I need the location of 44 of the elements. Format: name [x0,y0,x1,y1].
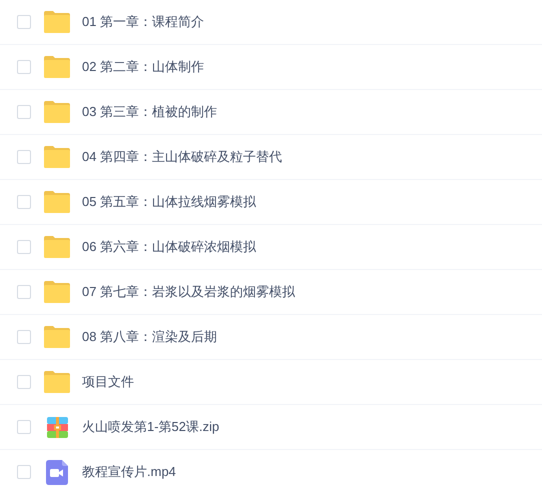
checkbox[interactable] [17,150,31,164]
folder-icon [44,236,70,258]
file-row[interactable]: 01 第一章：课程简介 [0,0,542,45]
file-name: 01 第一章：课程简介 [82,13,204,32]
file-row[interactable]: 项目文件 [0,360,542,405]
checkbox[interactable] [17,285,31,299]
file-row[interactable]: 05 第五章：山体拉线烟雾模拟 [0,180,542,225]
file-name: 05 第五章：山体拉线烟雾模拟 [82,193,256,212]
file-name: 06 第六章：山体破碎浓烟模拟 [82,238,256,256]
file-name: 火山喷发第1-第52课.zip [82,418,220,436]
checkbox[interactable] [17,105,31,119]
file-row[interactable]: 火山喷发第1-第52课.zip [0,405,542,450]
file-row[interactable]: 04 第四章：主山体破碎及粒子替代 [0,135,542,180]
folder-icon [44,326,70,348]
file-row[interactable]: 06 第六章：山体破碎浓烟模拟 [0,225,542,270]
folder-icon [44,101,70,123]
file-name: 项目文件 [82,373,134,392]
folder-icon [44,371,70,393]
archive-icon [46,416,68,438]
checkbox[interactable] [17,420,31,434]
checkbox[interactable] [17,330,31,344]
file-name: 04 第四章：主山体破碎及粒子替代 [82,148,282,166]
file-name: 02 第二章：山体制作 [82,58,204,76]
file-row[interactable]: 教程宣传片.mp4 [0,450,542,494]
file-name: 教程宣传片.mp4 [82,463,176,482]
video-file-icon [46,460,68,484]
checkbox[interactable] [17,240,31,254]
folder-icon [44,146,70,168]
checkbox[interactable] [17,60,31,74]
file-row[interactable]: 08 第八章：渲染及后期 [0,315,542,360]
file-name: 07 第七章：岩浆以及岩浆的烟雾模拟 [82,283,296,302]
file-row[interactable]: 03 第三章：植被的制作 [0,90,542,135]
folder-icon [44,191,70,213]
checkbox[interactable] [17,465,31,479]
file-name: 08 第八章：渲染及后期 [82,328,218,346]
checkbox[interactable] [17,195,31,209]
file-row[interactable]: 07 第七章：岩浆以及岩浆的烟雾模拟 [0,270,542,315]
folder-icon [44,11,70,33]
folder-icon [44,281,70,303]
checkbox[interactable] [17,375,31,389]
file-row[interactable]: 02 第二章：山体制作 [0,45,542,90]
file-name: 03 第三章：植被的制作 [82,103,218,122]
folder-icon [44,56,70,78]
checkbox[interactable] [17,15,31,29]
